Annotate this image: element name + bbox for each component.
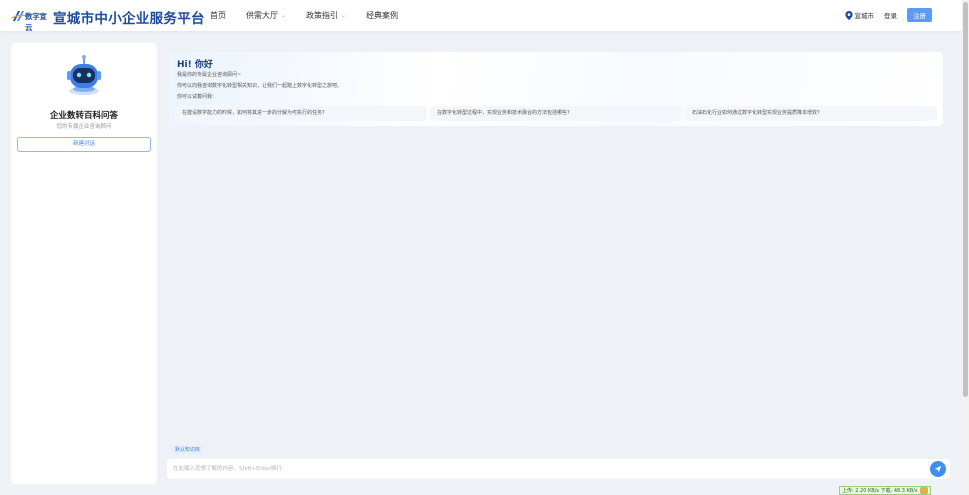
suggested-question-2[interactable]: 在数字化转型过程中，实现业务和技术融合的方法包括哪些? xyxy=(430,106,682,121)
site-logo[interactable]: 数字宣云 xyxy=(12,9,48,32)
welcome-line-2: 你可以向我咨询数字化转型相关知识，让我们一起踏上数字化转型之旅吧。 xyxy=(177,83,343,89)
welcome-line-3: 你可以试着问我： xyxy=(177,94,218,100)
site-title[interactable]: 宣城市中小企业服务平台 xyxy=(53,7,205,27)
chat-input-bar xyxy=(167,459,950,479)
suggested-questions: 在建设数字能力的时候，如何将其进一步的分解为可执行的任务? 在数字化转型过程中，… xyxy=(175,106,940,121)
nav-item-label: 供需大厅 xyxy=(246,11,278,20)
nav-item-supply-demand[interactable]: 供需大厅 ⌄ xyxy=(246,10,286,21)
header-actions: 宣城市 登录 注册 xyxy=(844,8,932,22)
scrollbar-thumb[interactable] xyxy=(963,2,968,397)
knowledge-base-tag[interactable]: 默认知识库 xyxy=(171,445,205,455)
suggested-question-1[interactable]: 在建设数字能力的时候，如何将其进一步的分解为可执行的任务? xyxy=(175,106,427,121)
nav-item-home[interactable]: 首页 xyxy=(210,10,226,21)
nav-item-label: 政策指引 xyxy=(306,11,339,20)
network-speed-text: 上传: 2.20 KB/s 下载: 48.3 KB/s xyxy=(842,488,918,494)
page-scrollbar[interactable] xyxy=(962,0,969,495)
location-selector[interactable]: 宣城市 xyxy=(855,10,875,20)
welcome-greeting: Hi! 你好 xyxy=(177,60,213,70)
nav-item-label: 首页 xyxy=(210,11,226,20)
nav-item-cases[interactable]: 经典案例 xyxy=(366,10,398,21)
robot-avatar-icon xyxy=(67,55,101,95)
register-button[interactable]: 注册 xyxy=(907,8,932,22)
mascot-icon xyxy=(920,487,929,494)
assistant-name: 企业数转百科问答 xyxy=(49,111,118,121)
welcome-card: Hi! 你好 我是你的专属企业咨询顾问~ 你可以向我咨询数字化转型相关知识，让我… xyxy=(169,52,943,126)
nav-item-policy[interactable]: 政策指引 ⌄ xyxy=(306,10,346,21)
logo-mark-icon xyxy=(12,11,26,21)
login-link[interactable]: 登录 xyxy=(884,10,897,20)
chevron-down-icon: ⌄ xyxy=(281,12,287,19)
chat-input[interactable] xyxy=(173,463,913,475)
nav-item-label: 经典案例 xyxy=(366,11,399,20)
suggested-question-3[interactable]: 石油石化行业如何通过数字化转型实现业务提质降本增效? xyxy=(685,106,937,121)
send-icon xyxy=(934,465,942,473)
assistant-description: 您的专属企业咨询顾问 xyxy=(56,124,112,130)
logo-text: 数字宣云 xyxy=(25,12,47,32)
chevron-down-icon: ⌄ xyxy=(341,12,347,19)
new-chat-button[interactable]: 新建对话 xyxy=(17,137,151,152)
welcome-line-1: 我是你的专属企业咨询顾问~ xyxy=(177,72,242,78)
top-nav-bar: 数字宣云 宣城市中小企业服务平台 首页 供需大厅 ⌄ 政策指引 ⌄ 经典案例 宣… xyxy=(0,0,962,32)
location-pin-icon xyxy=(844,10,853,20)
assistant-sidebar: 企业数转百科问答 您的专属企业咨询顾问 新建对话 xyxy=(11,43,157,484)
network-speed-widget: 上传: 2.20 KB/s 下载: 48.3 KB/s xyxy=(839,486,932,495)
send-button[interactable] xyxy=(930,461,946,477)
main-nav: 首页 供需大厅 ⌄ 政策指引 ⌄ 经典案例 xyxy=(210,10,418,21)
